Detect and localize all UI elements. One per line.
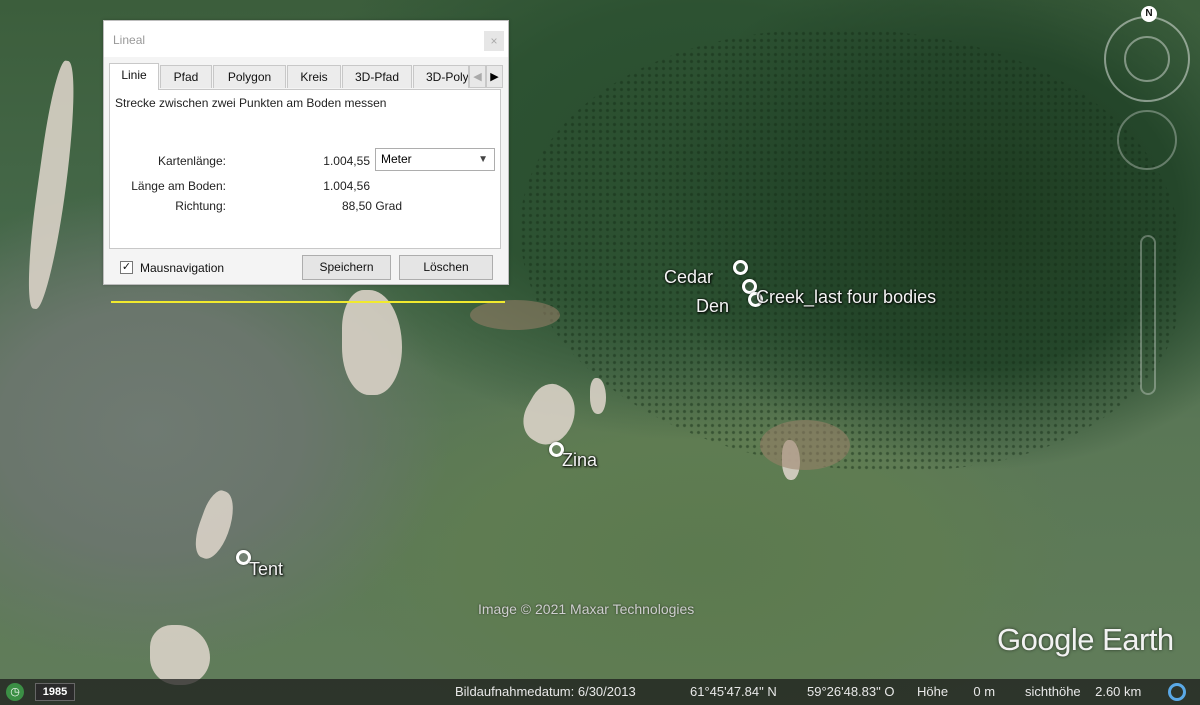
map-length-value: 1.004,55 <box>323 154 370 168</box>
snow-patch <box>590 378 606 414</box>
historical-year[interactable]: 1985 <box>35 683 75 701</box>
unit-selected: Meter <box>381 152 412 166</box>
checkbox-icon[interactable]: ✓ <box>120 261 133 274</box>
placemark-label-cedar[interactable]: Cedar <box>664 267 713 288</box>
elevation: Höhe 0 m <box>917 684 996 699</box>
direction-value: 88,50 Grad <box>341 199 402 213</box>
snow-patch <box>342 290 402 395</box>
close-icon[interactable]: × <box>484 31 504 51</box>
snow-patch <box>514 377 586 453</box>
dropdown-caret-icon: ▼ <box>478 154 488 165</box>
delete-button[interactable]: Löschen <box>399 255 493 280</box>
status-bar: ◷ 1985 Bildaufnahmedatum: 6/30/2013 61°4… <box>0 679 1200 705</box>
placemark-label-creek[interactable]: Creek_last four bodies <box>756 287 936 308</box>
google-earth-logo: Google Earth <box>997 622 1174 657</box>
dialog-title: Lineal <box>113 33 146 47</box>
bare-soil <box>470 300 560 330</box>
placemark-label-zina[interactable]: Zina <box>562 450 597 471</box>
unit-dropdown[interactable]: Meter ▼ <box>375 148 495 171</box>
tab-panel-linie: Strecke zwischen zwei Punkten am Boden m… <box>109 89 501 249</box>
tab-polygon[interactable]: Polygon <box>213 65 286 88</box>
tab-3d-pfad[interactable]: 3D-Pfad <box>342 65 412 88</box>
tab-scroll-left-icon[interactable]: ◀ <box>469 65 486 88</box>
north-icon[interactable]: N <box>1141 6 1157 22</box>
longitude: 59°26'48.83" O <box>807 684 895 699</box>
snow-patch <box>188 486 242 564</box>
tab-kreis[interactable]: Kreis <box>287 65 341 88</box>
measure-description: Strecke zwischen zwei Punkten am Boden m… <box>115 96 387 110</box>
clock-icon[interactable]: ◷ <box>6 683 24 701</box>
busy-icon <box>1168 683 1186 701</box>
dialog-titlebar[interactable]: Lineal × <box>104 21 508 57</box>
zoom-slider[interactable] <box>1140 235 1156 395</box>
ground-length-label: Länge am Boden: <box>131 179 226 193</box>
compass-look-ring[interactable] <box>1124 36 1170 82</box>
bare-soil <box>760 420 850 470</box>
snow-patch <box>150 625 210 685</box>
ground-length-value: 1.004,56 <box>323 179 370 193</box>
measure-line <box>111 301 505 303</box>
mouse-navigation-label[interactable]: Mausnavigation <box>140 261 224 275</box>
tab-linie[interactable]: Linie <box>109 63 159 90</box>
latitude: 61°45'47.84" N <box>690 684 777 699</box>
imagery-credit: Image © 2021 Maxar Technologies <box>478 601 695 617</box>
direction-label: Richtung: <box>175 199 226 213</box>
tab-3d-poly[interactable]: 3D-Poly <box>413 65 469 88</box>
tab-bar: Linie Pfad Polygon Kreis 3D-Pfad 3D-Poly… <box>109 63 503 90</box>
imagery-date: Bildaufnahmedatum: 6/30/2013 <box>455 684 636 699</box>
placemark-icon[interactable] <box>733 260 748 275</box>
ruler-dialog: Lineal × Linie Pfad Polygon Kreis 3D-Pfa… <box>103 20 509 285</box>
forest-texture <box>520 30 1180 470</box>
snow-patch <box>20 59 84 311</box>
tab-scroll-right-icon[interactable]: ▶ <box>486 65 503 88</box>
placemark-label-den[interactable]: Den <box>696 296 729 317</box>
tab-pfad[interactable]: Pfad <box>160 65 212 88</box>
save-button[interactable]: Speichern <box>302 255 391 280</box>
map-length-label: Kartenlänge: <box>157 154 226 168</box>
eye-altitude: sichthöhe 2.60 km <box>1025 684 1142 699</box>
move-joystick[interactable] <box>1117 110 1177 170</box>
placemark-label-tent[interactable]: Tent <box>249 559 283 580</box>
